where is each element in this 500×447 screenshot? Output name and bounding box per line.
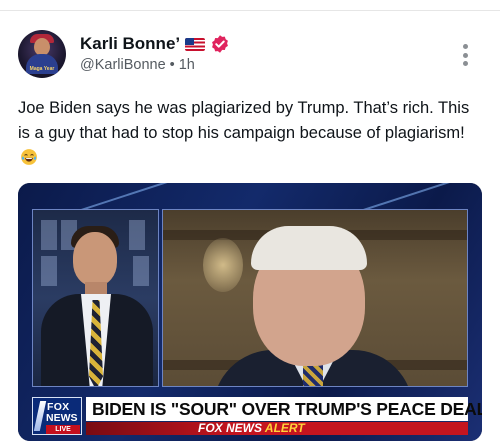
headline-bar: BIDEN IS "SOUR" OVER TRUMP'S PEACE DEAL: [86, 397, 482, 421]
author-display-name[interactable]: Karli Bonne’: [80, 34, 180, 54]
tears-of-joy-emoji-icon: [21, 149, 37, 165]
live-badge: LIVE: [46, 425, 80, 434]
logo-line2: NEWS: [46, 412, 78, 424]
post-text: Joe Biden says he was plagiarized by Tru…: [18, 96, 478, 171]
author-meta: @KarliBonne • 1h: [80, 57, 195, 73]
author-name-row: Karli Bonne’: [80, 33, 230, 55]
fox-news-logo: FOX NEWS LIVE: [32, 397, 82, 435]
author-handle[interactable]: @KarliBonne: [80, 57, 166, 73]
host-video-pane: [32, 209, 159, 387]
alert-label: ALERT: [264, 421, 305, 435]
alert-prefix: FOX NEWS: [198, 421, 263, 435]
post-media-image[interactable]: FOX NEWS LIVE BIDEN IS "SOUR" OVER TRUMP…: [18, 183, 482, 441]
avatar[interactable]: Maga Year: [18, 30, 66, 78]
news-headline: BIDEN IS "SOUR" OVER TRUMP'S PEACE DEAL: [92, 399, 482, 419]
alert-text: FOX NEWS ALERT: [198, 421, 305, 435]
post-body: Joe Biden says he was plagiarized by Tru…: [18, 99, 470, 142]
subject-hair: [251, 226, 367, 270]
host-face: [73, 232, 117, 286]
us-flag-icon: [185, 37, 206, 51]
background-lamp: [203, 238, 243, 292]
alert-bar: FOX NEWS ALERT: [86, 421, 468, 435]
verified-icon: [212, 35, 229, 53]
subject-video-pane: [162, 209, 468, 387]
top-divider: [0, 10, 500, 11]
news-lower-third: FOX NEWS LIVE BIDEN IS "SOUR" OVER TRUMP…: [32, 397, 482, 435]
more-options-icon[interactable]: [458, 44, 472, 66]
avatar-caption: Maga Year: [29, 66, 55, 72]
post-timestamp[interactable]: 1h: [179, 57, 195, 73]
meta-separator: •: [169, 57, 175, 73]
